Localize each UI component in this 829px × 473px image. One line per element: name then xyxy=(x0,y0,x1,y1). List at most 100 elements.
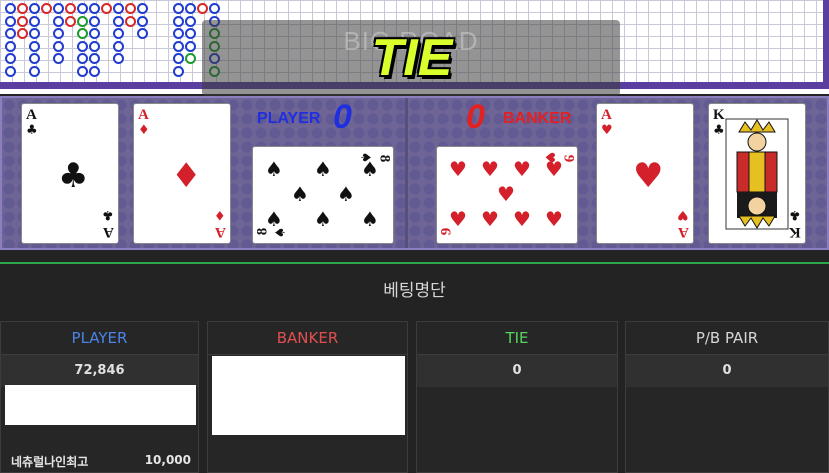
player-bead xyxy=(89,28,100,39)
diamond-icon: ♦ xyxy=(214,207,226,222)
player-bead xyxy=(29,15,40,27)
banker-bettor-panel xyxy=(212,356,405,435)
betting-list-title: 베팅명단 xyxy=(383,281,446,301)
heart-icon: ♥ xyxy=(545,157,563,181)
player-card-3: 8 ♠ ♠ ♠ ♠ ♠ ♠ ♠ ♠ ♠ ♠ 8 xyxy=(252,146,394,244)
player-bead xyxy=(173,28,184,39)
spade-icon: ♠ xyxy=(361,157,379,181)
banker-card-2: A ♥ ♥ ♥ A xyxy=(596,103,694,244)
player-bead xyxy=(53,3,64,14)
player-bead xyxy=(173,53,184,64)
heart-icon: ♥ xyxy=(449,157,467,181)
player-bead xyxy=(5,53,16,64)
game-screen: BIG ROAD TIE A ♣ ♣ ♣ A A ♦ ♦ ♦ A 8 ♠ ♠ ♠… xyxy=(0,0,829,473)
player-bead xyxy=(137,28,148,39)
heart-icon: ♥ xyxy=(545,207,563,231)
king-face-icon xyxy=(725,118,789,230)
player-bead xyxy=(29,65,40,77)
player-bead xyxy=(53,40,64,52)
player-card-1: A ♣ ♣ ♣ A xyxy=(21,103,119,244)
player-bead xyxy=(113,3,124,14)
pair-column-header: P/B PAIR xyxy=(626,322,828,355)
tie-bead xyxy=(77,15,88,27)
player-bead xyxy=(173,65,184,77)
card-rank: A xyxy=(26,107,37,123)
tie-column-header: TIE xyxy=(417,322,617,355)
player-bead xyxy=(173,40,184,52)
spade-icon: ♠ xyxy=(337,182,355,206)
player-bead xyxy=(77,40,88,52)
heart-icon: ♥ xyxy=(513,157,531,181)
tie-result-banner: TIE xyxy=(371,29,453,87)
banker-bead xyxy=(125,3,136,14)
card-table xyxy=(0,96,829,250)
banker-bead xyxy=(101,3,112,14)
player-bead xyxy=(113,15,124,27)
club-icon: ♣ xyxy=(58,156,89,196)
player-card-2: A ♦ ♦ ♦ A xyxy=(133,103,231,244)
player-bead xyxy=(5,3,16,14)
player-bead xyxy=(173,3,184,14)
spade-icon: ♠ xyxy=(314,157,332,181)
club-icon: ♣ xyxy=(713,123,725,138)
card-rank: A xyxy=(601,107,612,123)
card-rank: 9 xyxy=(438,227,455,236)
bettor-amount: 10,000 xyxy=(144,453,191,467)
heart-icon: ♥ xyxy=(481,207,499,231)
heart-icon: ♥ xyxy=(449,207,467,231)
player-bead xyxy=(5,15,16,27)
heart-icon: ♥ xyxy=(601,123,613,138)
spade-icon: ♠ xyxy=(273,226,289,239)
banker-bead xyxy=(65,15,76,27)
player-bettor-panel xyxy=(5,385,196,425)
spade-icon: ♠ xyxy=(314,207,332,231)
pair-bet-total: 0 xyxy=(626,355,828,387)
player-column-header: PLAYER xyxy=(1,322,198,355)
player-bead xyxy=(209,3,220,14)
card-rank: 8 xyxy=(254,227,271,236)
banker-bet-column: BANKER xyxy=(207,321,408,473)
card-rank: K xyxy=(713,107,725,123)
player-bead xyxy=(53,28,64,39)
player-bead xyxy=(185,15,196,27)
card-rank: A xyxy=(138,107,149,123)
tie-bet-total: 0 xyxy=(417,355,617,387)
scoreboard-edge xyxy=(823,0,829,84)
spade-icon: ♠ xyxy=(265,157,283,181)
player-bead xyxy=(89,15,100,27)
player-bead xyxy=(113,28,124,39)
heart-icon: ♥ xyxy=(513,207,531,231)
player-bead xyxy=(89,3,100,14)
banker-score: 0 xyxy=(466,98,485,136)
heart-icon: ♥ xyxy=(481,157,499,181)
banker-card-3: K ♣ ♣ K xyxy=(708,103,806,244)
banker-bead xyxy=(197,3,208,14)
player-bead xyxy=(77,65,88,77)
player-bead xyxy=(137,3,148,14)
player-bead xyxy=(113,40,124,52)
player-bead xyxy=(89,40,100,52)
spade-icon: ♠ xyxy=(361,207,379,231)
club-icon: ♣ xyxy=(789,207,801,222)
card-rank: A xyxy=(215,224,226,240)
banker-bead xyxy=(125,15,136,27)
player-bead xyxy=(29,28,40,39)
club-icon: ♣ xyxy=(102,207,114,222)
pair-bet-column: P/B PAIR 0 xyxy=(625,321,829,473)
card-rank: A xyxy=(103,224,114,240)
player-bead xyxy=(29,3,40,14)
player-bead xyxy=(185,28,196,39)
card-rank: A xyxy=(678,224,689,240)
player-bead xyxy=(113,53,124,64)
banker-bead xyxy=(17,28,28,39)
player-bead xyxy=(185,3,196,14)
banker-bead xyxy=(17,3,28,14)
player-bead xyxy=(29,40,40,52)
player-label: PLAYER xyxy=(257,110,321,127)
player-bead xyxy=(89,65,100,77)
player-bead xyxy=(53,15,64,27)
banker-bead xyxy=(65,3,76,14)
bettor-name: 네츄럴나인최고 xyxy=(11,455,89,469)
player-bead xyxy=(5,40,16,52)
player-bead xyxy=(77,3,88,14)
